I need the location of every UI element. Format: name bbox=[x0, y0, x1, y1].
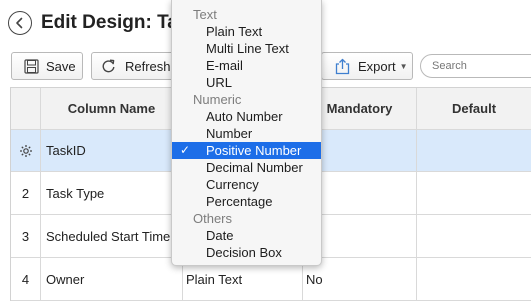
menu-item-email[interactable]: E-mail bbox=[172, 57, 321, 74]
row-column-name[interactable]: TaskID bbox=[41, 130, 183, 171]
data-type-dropdown[interactable]: Text Plain Text Multi Line Text E-mail U… bbox=[171, 0, 322, 266]
header-default[interactable]: Default bbox=[417, 88, 531, 129]
menu-group-numeric: Numeric bbox=[193, 92, 242, 107]
page-title: Edit Design: Ta bbox=[41, 12, 178, 33]
row-number: 4 bbox=[11, 258, 41, 300]
menu-item-auto-number[interactable]: Auto Number bbox=[172, 108, 321, 125]
row-column-name[interactable]: Scheduled Start Time bbox=[41, 215, 183, 257]
export-icon bbox=[334, 58, 351, 75]
menu-item-decision-box[interactable]: Decision Box bbox=[172, 244, 321, 261]
row-default[interactable] bbox=[417, 130, 531, 171]
title-bar: Edit Design: Ta bbox=[8, 6, 178, 40]
search-input[interactable] bbox=[420, 54, 531, 78]
save-label: Save bbox=[46, 58, 76, 74]
row-column-name[interactable]: Task Type bbox=[41, 172, 183, 214]
row-settings-icon[interactable] bbox=[11, 130, 41, 171]
menu-item-decimal-number[interactable]: Decimal Number bbox=[172, 159, 321, 176]
back-button[interactable] bbox=[8, 11, 32, 35]
menu-item-percentage[interactable]: Percentage bbox=[172, 193, 321, 210]
row-number: 2 bbox=[11, 172, 41, 214]
header-column-name[interactable]: Column Name bbox=[41, 88, 183, 129]
back-arrow-icon bbox=[16, 17, 23, 29]
export-button[interactable]: Export ▼ bbox=[321, 52, 413, 80]
menu-item-url[interactable]: URL bbox=[172, 74, 321, 91]
menu-item-currency[interactable]: Currency bbox=[172, 176, 321, 193]
refresh-label: Refresh bbox=[125, 58, 171, 74]
menu-group-others: Others bbox=[193, 211, 233, 226]
menu-item-multi-line-text[interactable]: Multi Line Text bbox=[172, 40, 321, 57]
menu-item-label: Positive Number bbox=[206, 143, 302, 158]
save-icon bbox=[24, 58, 39, 74]
export-label: Export bbox=[358, 58, 396, 74]
row-number: 3 bbox=[11, 215, 41, 257]
menu-item-date[interactable]: Date bbox=[172, 227, 321, 244]
menu-item-plain-text[interactable]: Plain Text bbox=[172, 23, 321, 40]
checkmark-icon: ✓ bbox=[180, 143, 191, 157]
row-default[interactable] bbox=[417, 172, 531, 214]
menu-group-text: Text bbox=[193, 7, 217, 22]
menu-item-positive-number[interactable]: ✓ Positive Number bbox=[172, 142, 321, 159]
header-number-cell bbox=[11, 88, 41, 129]
row-default[interactable] bbox=[417, 215, 531, 257]
refresh-button[interactable]: Refresh bbox=[91, 52, 181, 80]
caret-down-icon: ▼ bbox=[399, 61, 408, 71]
refresh-icon bbox=[101, 59, 116, 74]
row-column-name[interactable]: Owner bbox=[41, 258, 183, 300]
save-button[interactable]: Save bbox=[11, 52, 83, 80]
menu-item-number[interactable]: Number bbox=[172, 125, 321, 142]
row-default[interactable] bbox=[417, 258, 531, 300]
